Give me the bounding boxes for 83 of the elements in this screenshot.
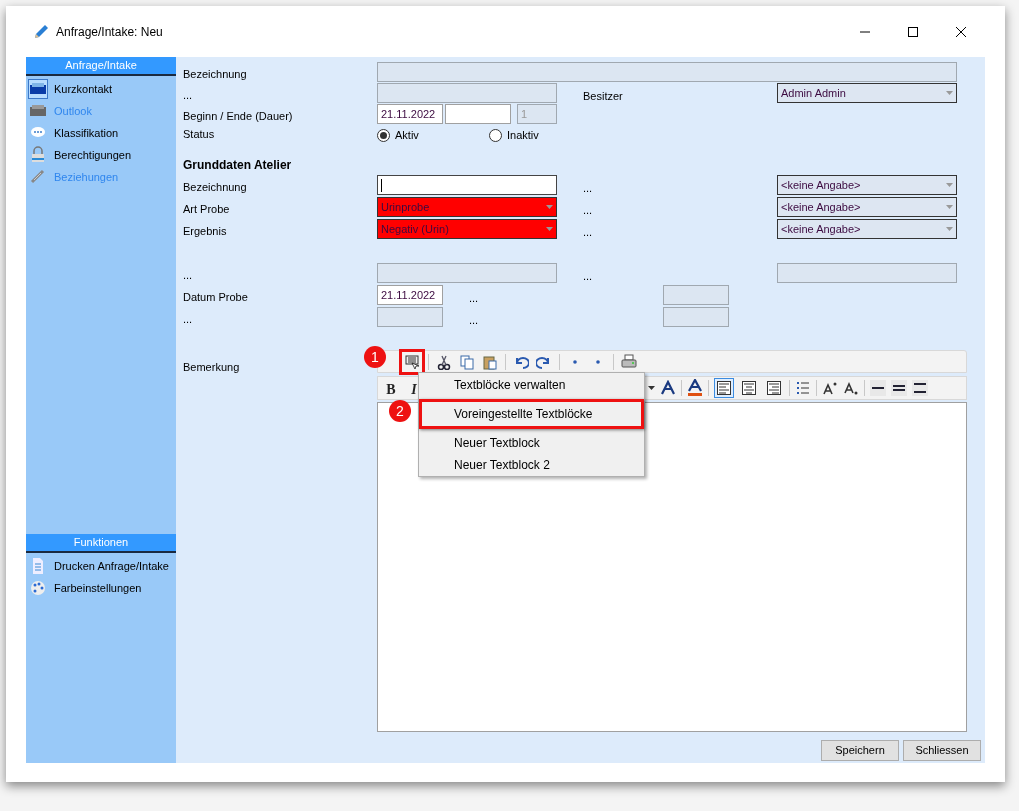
pencil-icon — [32, 22, 50, 41]
dropdown[interactable]: <keine Angabe> — [777, 197, 957, 217]
field-label: ... — [583, 269, 594, 284]
list-icon[interactable] — [795, 380, 811, 396]
palette-icon — [29, 579, 47, 597]
radio-button[interactable]: Aktiv — [377, 125, 489, 144]
dropdown[interactable]: Urinprobe — [377, 197, 557, 217]
sidebar-item[interactable]: Klassifikation — [26, 122, 176, 144]
dialog-button[interactable]: Schliessen — [903, 740, 981, 761]
section-heading: Grunddaten Atelier — [183, 157, 292, 174]
caret-icon — [946, 183, 953, 187]
line-style-icon[interactable] — [870, 380, 886, 396]
field-label: Bezeichnung — [183, 67, 248, 82]
align-icon — [716, 380, 732, 396]
menu-item[interactable]: Neuer Textblock — [419, 432, 644, 454]
section-header: Anfrage/Intake — [26, 57, 176, 76]
subscript-icon[interactable] — [843, 380, 859, 396]
sidebar-item[interactable]: Drucken Anfrage/Intake — [26, 555, 176, 577]
section-header: Funktionen — [26, 534, 176, 553]
menu-item[interactable]: Neuer Textblock 2 — [419, 454, 644, 476]
font-icon[interactable] — [660, 380, 676, 396]
field-label: Art Probe — [183, 202, 231, 217]
input-field[interactable] — [377, 62, 957, 82]
copy-icon[interactable] — [459, 353, 475, 370]
caret-icon[interactable] — [648, 386, 655, 390]
dropdown[interactable]: <keine Angabe> — [777, 175, 957, 195]
superscript-icon[interactable] — [822, 380, 838, 396]
dropdown[interactable]: <keine Angabe> — [777, 219, 957, 239]
line-style-icon[interactable] — [912, 380, 928, 396]
field-label: Beginn / Ende (Dauer) — [183, 109, 294, 124]
caret-icon — [546, 227, 553, 231]
scissors-icon[interactable] — [436, 353, 452, 370]
field-label: Datum Probe — [183, 290, 249, 305]
caret-icon — [946, 91, 953, 95]
dialog-button[interactable]: Speichern — [821, 740, 899, 761]
align-button[interactable] — [714, 378, 734, 398]
input-field[interactable] — [445, 104, 511, 124]
sidebar-item[interactable]: Farbeinstellungen — [26, 577, 176, 599]
field-label: ... — [183, 268, 194, 283]
field-label: Bezeichnung — [183, 180, 248, 195]
caret-icon — [946, 205, 953, 209]
input-field[interactable] — [377, 83, 557, 103]
dropdown[interactable]: Negativ (Urin) — [377, 219, 557, 239]
align-icon — [766, 380, 782, 396]
input-field[interactable] — [377, 175, 557, 195]
field-label: ... — [469, 313, 480, 328]
window-title: Anfrage/Intake: Neu — [56, 23, 163, 41]
input-field[interactable] — [663, 307, 729, 327]
radio-button[interactable]: Inaktiv — [489, 125, 539, 144]
field-label: ... — [183, 312, 194, 327]
paste-icon[interactable] — [482, 353, 498, 370]
caret-icon — [546, 205, 553, 209]
align-icon — [741, 380, 757, 396]
field-label: ... — [469, 291, 480, 306]
field-label: ... — [583, 225, 594, 240]
dropdown[interactable]: Admin Admin — [777, 83, 957, 103]
field-label: ... — [583, 181, 594, 196]
field-label: ... — [183, 88, 194, 103]
text-block-icon[interactable] — [404, 353, 420, 370]
sidebar-item[interactable]: Kurzkontakt — [26, 78, 176, 100]
input-field[interactable] — [663, 285, 729, 305]
font-color-icon[interactable] — [687, 379, 703, 397]
field-label: Bemerkung — [183, 361, 240, 373]
align-button[interactable] — [739, 378, 759, 398]
field-label: Besitzer — [583, 89, 624, 104]
sidebar-item[interactable]: Berechtigungen — [26, 144, 176, 166]
caret-icon — [946, 227, 953, 231]
padlock-icon — [29, 146, 47, 164]
maximize-icon[interactable] — [907, 25, 919, 38]
date-field[interactable]: 21.11.2022 — [377, 285, 443, 305]
menu-item[interactable]: Voreingestellte Textblöcke — [419, 399, 644, 429]
printer-icon[interactable] — [621, 353, 637, 370]
input-field[interactable] — [777, 263, 957, 283]
field-label: Ergebnis — [183, 224, 228, 239]
input-field[interactable] — [377, 307, 443, 327]
close-icon[interactable] — [955, 25, 967, 38]
align-button[interactable] — [764, 378, 784, 398]
format-button[interactable]: B — [382, 379, 400, 397]
input-field[interactable] — [377, 263, 557, 283]
field-label: Status — [183, 127, 216, 142]
date-field[interactable]: 21.11.2022 — [377, 104, 443, 124]
field-label: ... — [583, 203, 594, 218]
line-style-icon[interactable] — [891, 380, 907, 396]
